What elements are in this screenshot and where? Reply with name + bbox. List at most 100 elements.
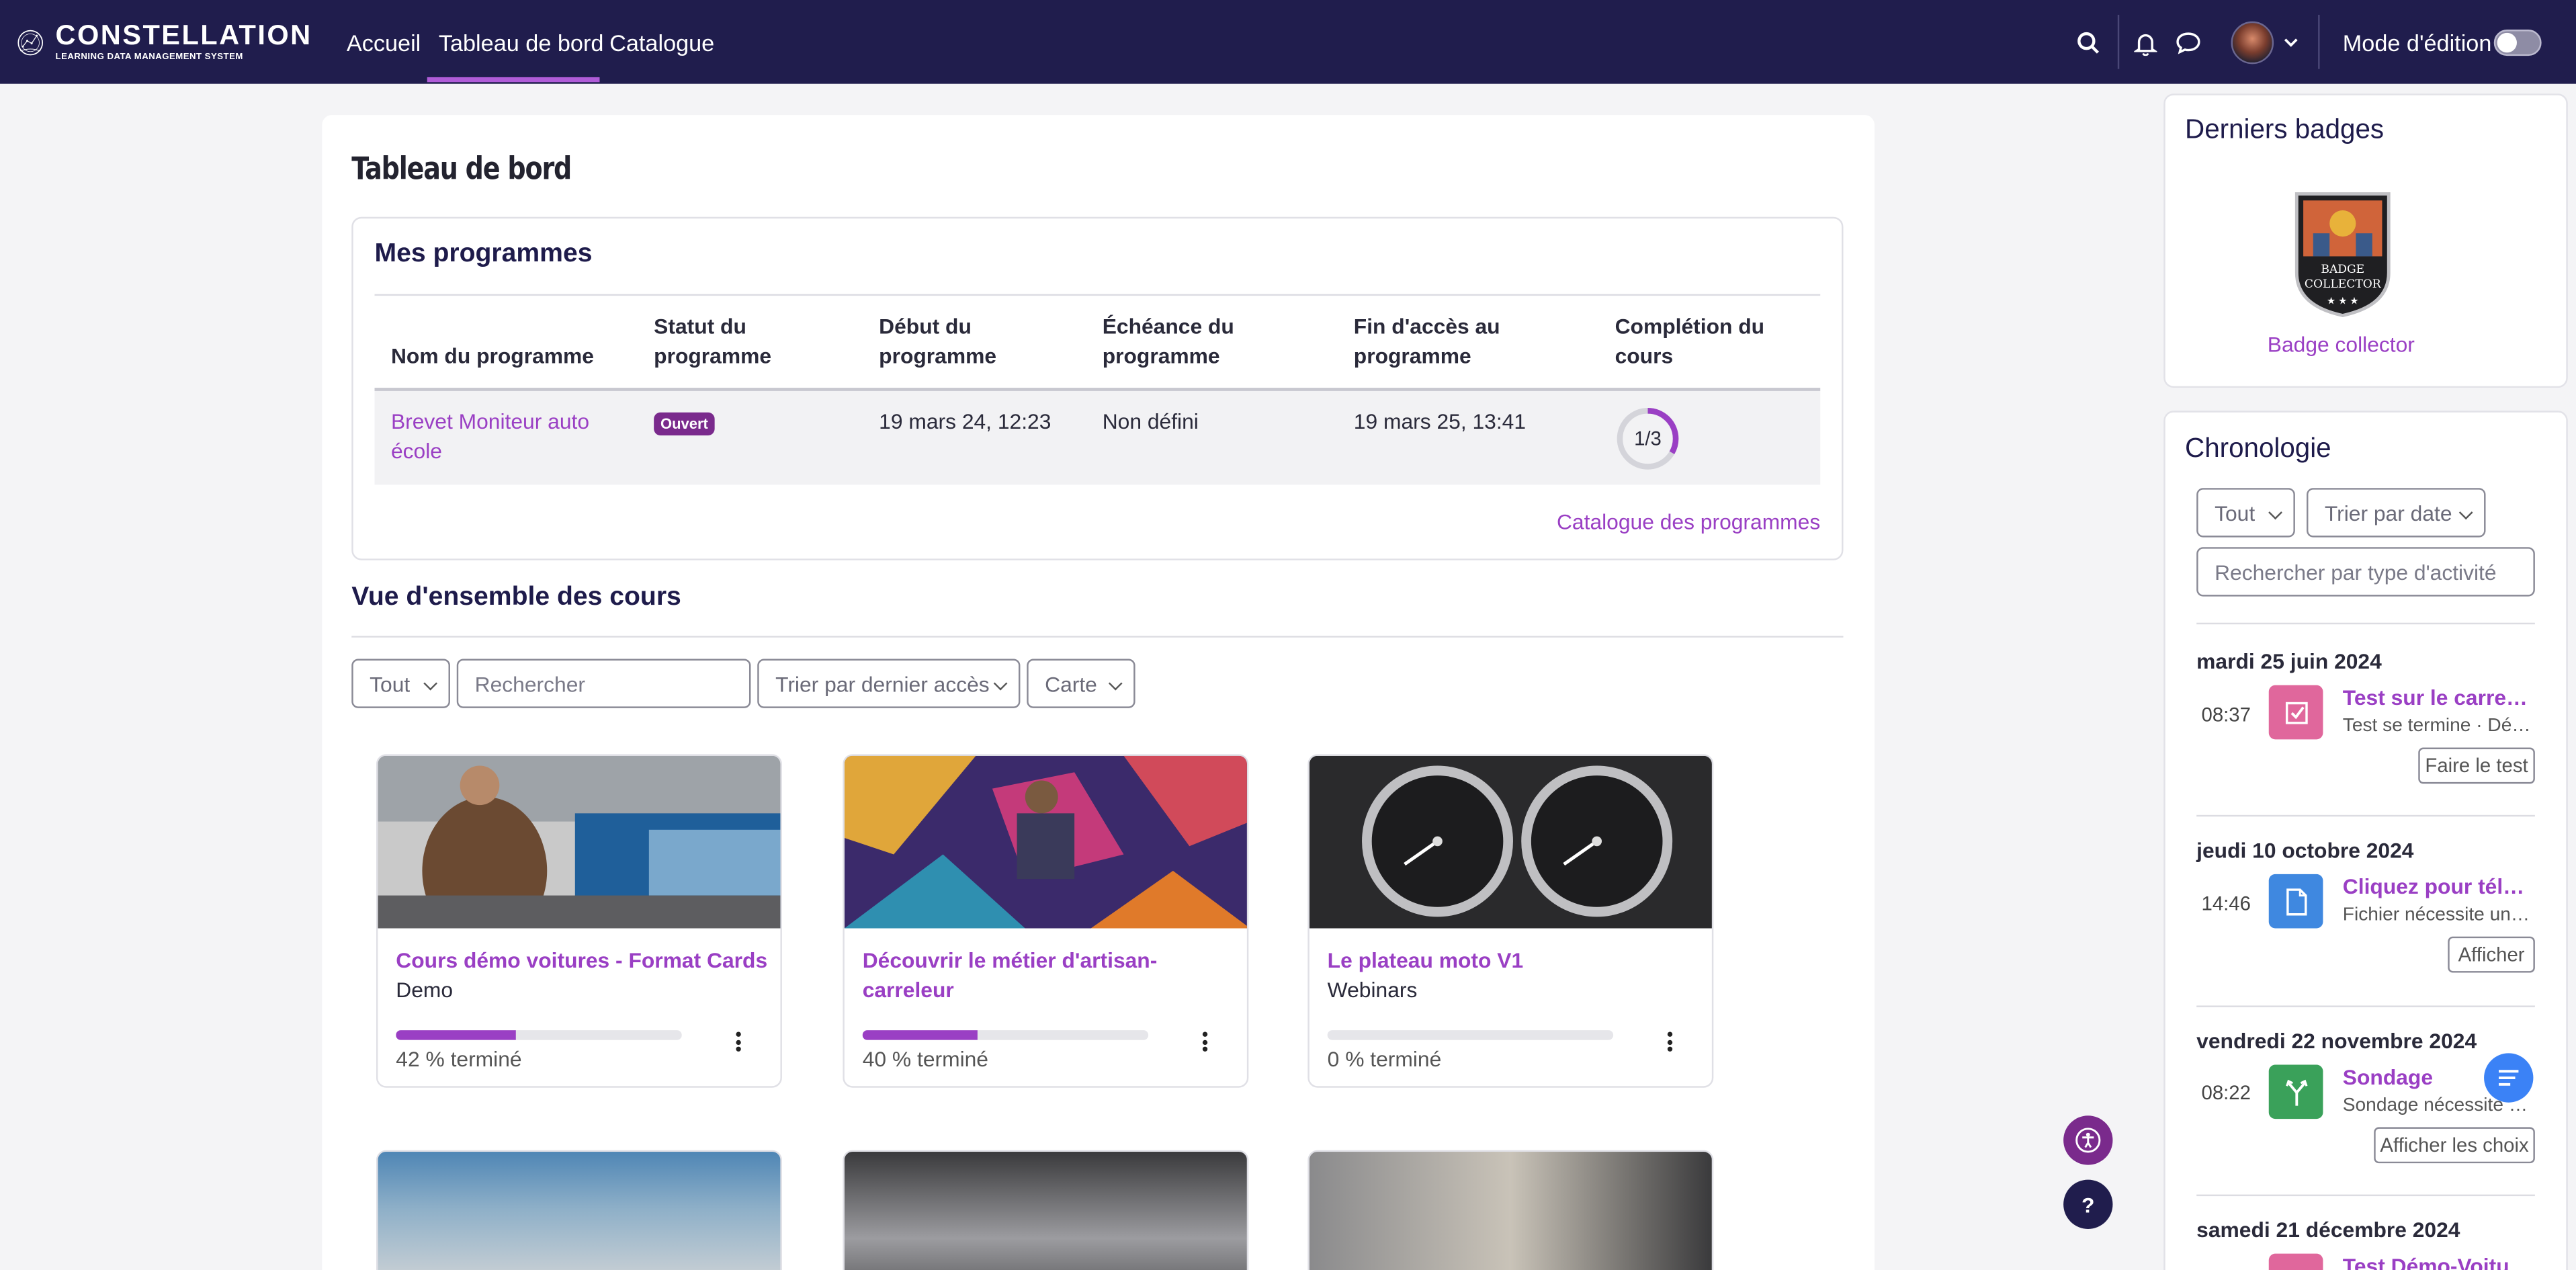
nav-catalogue[interactable]: Catalogue (609, 28, 714, 58)
program-start: 19 mars 24, 12:23 (879, 409, 1051, 434)
course-title[interactable]: Le plateau moto V1 (1328, 946, 1702, 976)
file-icon (2268, 874, 2323, 929)
timeline-event-desc: Fichier nécessite une action (2342, 905, 2534, 925)
course-sort-value: Trier par dernier accès (775, 671, 990, 696)
nav-active-indicator (427, 77, 600, 83)
col-course-completion[interactable]: Complétion du cours (1615, 312, 1796, 372)
navbar-separator (2117, 15, 2120, 69)
course-category: Demo (396, 977, 454, 1003)
timeline-filter-select[interactable]: Tout (2196, 488, 2295, 538)
course-progress-bar (862, 1030, 1149, 1040)
course-image[interactable] (844, 755, 1249, 929)
course-card-image[interactable] (843, 1150, 1249, 1270)
edit-mode-toggle[interactable] (2493, 30, 2542, 56)
divider (374, 294, 1821, 296)
navbar-separator (2318, 15, 2320, 69)
help-button[interactable]: ? (2063, 1179, 2113, 1229)
catalog-programs-link[interactable]: Catalogue des programmes (1479, 508, 1820, 538)
divider (2196, 814, 2535, 817)
course-card-image[interactable] (376, 1150, 782, 1270)
top-navbar: CONSTELLATION LEARNING DATA MANAGEMENT S… (0, 0, 2576, 84)
chevron-down-icon (423, 676, 438, 691)
more-options-icon[interactable] (733, 1031, 743, 1055)
course-category: Webinars (1327, 977, 1418, 1003)
constellation-logo-icon (17, 30, 44, 56)
search-icon[interactable] (2073, 28, 2103, 58)
chevron-down-icon (2458, 505, 2473, 520)
col-program-deadline[interactable]: Échéance du programme (1103, 312, 1299, 372)
course-progress-fill (396, 1030, 516, 1040)
quiz-icon (2268, 1253, 2323, 1270)
more-options-icon[interactable] (1664, 1031, 1674, 1055)
timeline-sort-select[interactable]: Trier par date (2306, 488, 2486, 538)
chevron-down-icon (993, 676, 1008, 691)
course-view-select[interactable]: Carte (1027, 659, 1135, 708)
badge-text-line: COLLECTOR (2305, 278, 2382, 291)
course-card-image[interactable] (1307, 1150, 1714, 1270)
program-end: 19 mars 25, 13:41 (1353, 409, 1527, 434)
divider (351, 636, 1844, 638)
accessibility-icon (2075, 1128, 2101, 1153)
col-program-name[interactable]: Nom du programme (391, 342, 621, 372)
course-view-value: Carte (1045, 671, 1097, 696)
timeline-date: mardi 25 juin 2024 (2196, 648, 2382, 674)
view-file-button[interactable]: Afficher (2448, 936, 2535, 973)
course-card[interactable]: Découvrir le métier d'artisan-carreleur … (843, 754, 1249, 1088)
course-card[interactable]: Le plateau moto V1 Webinars 0 % terminé (1307, 754, 1714, 1088)
course-title[interactable]: Découvrir le métier d'artisan-carreleur (863, 946, 1237, 1005)
timeline-event-title[interactable]: Cliquez pour télécharger (2343, 874, 2534, 899)
course-card[interactable]: Cours démo voitures - Format Cards Demo … (376, 754, 782, 1088)
badge-name-link[interactable]: Badge collector (2185, 330, 2497, 359)
col-program-start[interactable]: Début du programme (879, 312, 1060, 372)
badges-title: Derniers badges (2185, 115, 2385, 145)
avatar[interactable] (2231, 21, 2274, 65)
course-image[interactable] (1309, 755, 1714, 929)
chat-assistant-button[interactable] (2484, 1053, 2534, 1103)
timeline-date: jeudi 10 octobre 2024 (2196, 838, 2414, 863)
logo[interactable]: CONSTELLATION LEARNING DATA MANAGEMENT S… (16, 8, 312, 77)
col-program-end[interactable]: Fin d'accès au programme (1354, 312, 1568, 372)
svg-text:★ ★ ★: ★ ★ ★ (2327, 296, 2359, 306)
choice-icon (2268, 1064, 2323, 1119)
accessibility-button[interactable] (2063, 1115, 2113, 1165)
bell-icon[interactable] (2131, 28, 2160, 58)
course-filter-value: Tout (370, 671, 411, 696)
timeline-event-title[interactable]: Test sur le carrelage (2343, 685, 2534, 710)
overview-title: Vue d'ensemble des cours (351, 583, 681, 611)
chevron-down-icon (2268, 505, 2282, 520)
course-progress-text: 0 % terminé (1327, 1046, 1442, 1072)
chat-icon[interactable] (2174, 28, 2203, 58)
more-options-icon[interactable] (1199, 1031, 1209, 1055)
program-name-link[interactable]: Brevet Moniteur auto école (391, 407, 621, 466)
timeline-time: 08:22 (2201, 1081, 2251, 1105)
timeline-search-input[interactable]: Rechercher par type d'activité (2196, 547, 2535, 597)
nav-accueil[interactable]: Accueil (347, 28, 421, 58)
divider (2196, 1194, 2535, 1197)
timeline-time: 14:46 (2201, 892, 2251, 915)
take-quiz-button[interactable]: Faire le test (2418, 747, 2535, 784)
course-sort-select[interactable]: Trier par dernier accès (757, 659, 1021, 708)
divider (2196, 1005, 2535, 1007)
nav-tableau-de-bord[interactable]: Tableau de bord (439, 28, 604, 58)
timeline-date: samedi 21 décembre 2024 (2196, 1217, 2460, 1242)
brand-name: CONSTELLATION (55, 19, 312, 51)
course-progress-fill (862, 1030, 977, 1040)
chevron-down-icon[interactable] (2280, 33, 2300, 52)
course-image[interactable] (378, 755, 782, 929)
programs-title: Mes programmes (374, 239, 593, 268)
view-choices-button[interactable]: Afficher les choix (2374, 1127, 2535, 1164)
course-progress-bar (396, 1030, 682, 1040)
page-title: Tableau de bord (351, 151, 572, 187)
course-progress-text: 42 % terminé (396, 1046, 522, 1072)
quiz-icon (2268, 685, 2323, 740)
badge-collector-image[interactable]: BADGE COLLECTOR ★ ★ ★ (2290, 187, 2395, 319)
timeline-filter-value: Tout (2215, 500, 2256, 525)
course-title[interactable]: Cours démo voitures - Format Cards (396, 946, 770, 976)
col-program-status[interactable]: Statut du programme (654, 312, 834, 372)
divider (2196, 622, 2535, 625)
completion-value: 1/3 (1634, 427, 1662, 450)
page: CONSTELLATION LEARNING DATA MANAGEMENT S… (0, 0, 2576, 1270)
timeline-event-title[interactable]: Test Démo-Voitures (2343, 1254, 2534, 1270)
course-filter-select[interactable]: Tout (351, 659, 450, 708)
course-search-input[interactable]: Rechercher (456, 659, 751, 708)
